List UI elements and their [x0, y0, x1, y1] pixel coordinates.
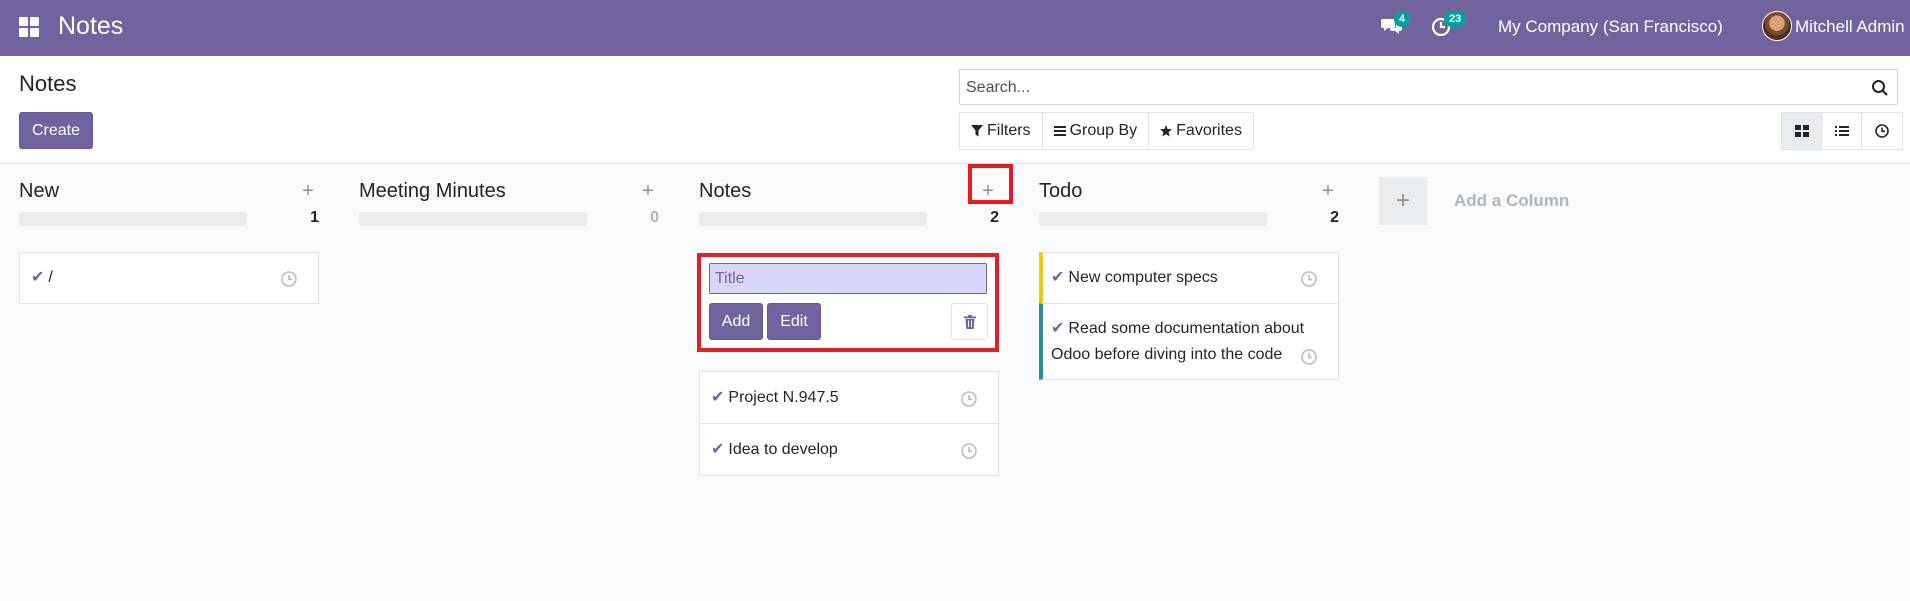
app-title[interactable]: Notes	[58, 12, 123, 41]
check-icon[interactable]: ✔	[711, 437, 724, 463]
column-count: 0	[650, 209, 659, 226]
clock-icon	[1875, 124, 1889, 138]
breadcrumb: Notes	[19, 71, 77, 96]
column-quick-add-button[interactable]: +	[637, 178, 659, 204]
search-icon[interactable]	[1871, 79, 1889, 97]
column-progressbar	[1039, 212, 1267, 226]
quick-create-edit-button[interactable]: Edit	[767, 303, 821, 340]
list-view-button[interactable]	[1822, 113, 1862, 149]
column-title[interactable]: Todo	[1039, 180, 1082, 203]
column-progressbar	[19, 212, 247, 226]
column-header: Meeting Minutes +	[359, 176, 659, 206]
column-progressbar	[359, 212, 587, 226]
clock-icon[interactable]	[960, 442, 978, 460]
search-input[interactable]	[966, 76, 1846, 100]
search-options: Filters Group By Favorites	[959, 112, 1254, 150]
create-button[interactable]: Create	[19, 112, 93, 149]
column-header: Todo +	[1039, 176, 1339, 206]
view-switcher	[1781, 112, 1903, 150]
clock-icon[interactable]	[960, 390, 978, 408]
favorites-label: Favorites	[1176, 122, 1242, 139]
control-panel: Notes Create Filters Group By Favorites	[0, 56, 1910, 164]
search-bar	[959, 69, 1898, 105]
quick-create-discard-button[interactable]	[951, 303, 988, 340]
card-content: ✔ New computer specs	[1051, 265, 1218, 291]
kanban-column-new: New + 1 ✔ /	[19, 164, 319, 601]
star-icon	[1160, 125, 1173, 137]
top-navbar: Notes 4 23 My Company (San Francisco) Mi…	[0, 0, 1910, 56]
column-title[interactable]: Notes	[699, 180, 751, 203]
quick-create-title-input[interactable]	[709, 263, 987, 294]
card-content: ✔ Read some documentation about Odoo befo…	[1051, 316, 1316, 368]
card-content: ✔ /	[31, 265, 53, 291]
card-title: Idea to develop	[728, 441, 838, 458]
kanban-column-notes: Notes + 2 Add Edit ✔Project N.947.5 ✔Ide…	[697, 164, 999, 601]
clock-icon[interactable]	[280, 270, 298, 288]
column-quick-add-button[interactable]: +	[297, 178, 319, 204]
funnel-icon	[971, 125, 983, 137]
kanban-card[interactable]: ✔ Project N.947.5	[699, 371, 999, 424]
check-icon[interactable]: ✔	[1051, 265, 1064, 291]
kanban-board: New + 1 ✔ / Meeting Minutes + 0 Notes + 2	[0, 164, 1910, 601]
bars-icon	[1053, 126, 1066, 136]
kanban-view-button[interactable]	[1782, 113, 1822, 149]
check-icon[interactable]: ✔	[31, 265, 44, 291]
column-count: 2	[1330, 209, 1339, 226]
card-content: ✔ Idea to develop	[711, 437, 838, 463]
kanban-card[interactable]: ✔ New computer specs	[1039, 252, 1339, 304]
column-header: New +	[19, 176, 319, 206]
apps-grid-icon[interactable]	[19, 17, 40, 38]
activities-badge: 23	[1444, 11, 1467, 27]
avatar[interactable]	[1762, 11, 1792, 41]
column-header: Notes +	[699, 176, 999, 206]
check-icon[interactable]: ✔	[1051, 316, 1064, 342]
groupby-button[interactable]: Group By	[1043, 113, 1150, 149]
column-title[interactable]: New	[19, 180, 59, 203]
kanban-column-todo: Todo + 2 ✔ New computer specs ✔ Read some …	[1039, 164, 1339, 601]
activities-button[interactable]: 23	[1431, 11, 1467, 40]
kanban-card[interactable]: ✔ /	[19, 252, 319, 304]
trash-icon	[963, 314, 976, 329]
clock-icon[interactable]	[1300, 348, 1318, 366]
column-title[interactable]: Meeting Minutes	[359, 180, 506, 203]
plus-icon: +	[1379, 177, 1427, 225]
card-title: New computer specs	[1068, 269, 1218, 286]
check-icon[interactable]: ✔	[711, 385, 724, 411]
messages-button[interactable]: 4	[1381, 11, 1411, 40]
add-column-label: Add a Column	[1454, 191, 1570, 210]
kanban-column-meeting-minutes: Meeting Minutes + 0	[359, 164, 659, 601]
quick-create-form: Add Edit	[697, 253, 999, 352]
card-title: Read some documentation about Odoo befor…	[1051, 320, 1305, 363]
add-column-button[interactable]: + Add a Column	[1379, 176, 1569, 226]
messages-badge: 4	[1394, 11, 1411, 27]
card-title: /	[48, 269, 53, 286]
card-title: Project N.947.5	[728, 389, 839, 406]
kanban-card[interactable]: ✔ Read some documentation about Odoo befo…	[1039, 303, 1339, 380]
column-count: 1	[310, 209, 319, 226]
company-switcher[interactable]: My Company (San Francisco)	[1498, 17, 1723, 37]
kanban-card[interactable]: ✔ Idea to develop	[699, 423, 999, 476]
quick-create-add-button[interactable]: Add	[709, 303, 763, 340]
column-count: 2	[990, 209, 999, 226]
filters-button[interactable]: Filters	[960, 113, 1043, 149]
filters-label: Filters	[987, 122, 1031, 139]
list-icon	[1834, 126, 1849, 136]
favorites-button[interactable]: Favorites	[1149, 113, 1253, 149]
activity-view-button[interactable]	[1862, 113, 1902, 149]
clock-icon[interactable]	[1300, 270, 1318, 288]
column-quick-add-button[interactable]: +	[1317, 178, 1339, 204]
highlight-box	[968, 164, 1013, 204]
column-progressbar	[699, 212, 927, 226]
groupby-label: Group By	[1069, 122, 1138, 139]
user-menu[interactable]: Mitchell Admin	[1795, 17, 1905, 37]
card-content: ✔ Project N.947.5	[711, 385, 839, 411]
kanban-grid-icon	[1794, 125, 1809, 137]
